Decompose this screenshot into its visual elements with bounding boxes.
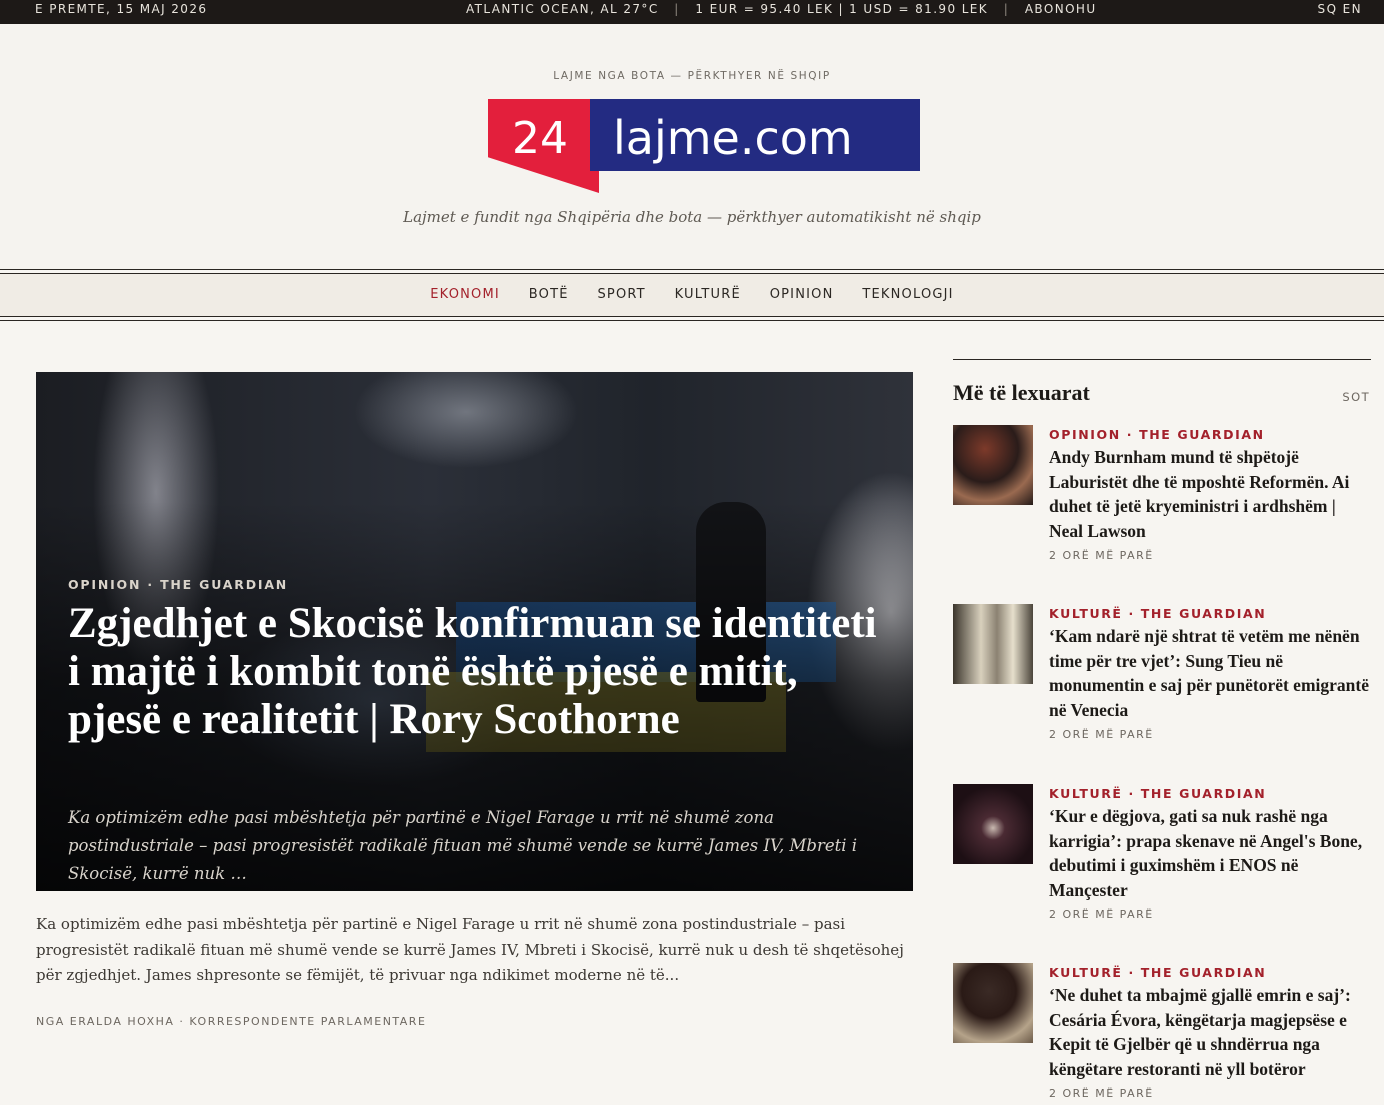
nav-item-bote[interactable]: BOTË (529, 274, 569, 316)
nav-divider (0, 316, 1384, 321)
nav-item-ekonomi[interactable]: EKONOMI (430, 274, 500, 316)
nav-item-opinion[interactable]: OPINION (770, 274, 834, 316)
sidebar-divider (953, 359, 1371, 360)
nav-item-sport[interactable]: SPORT (597, 274, 645, 316)
current-date: E PREMTE, 15 MAJ 2026 (35, 2, 208, 16)
item-time: 2 ORË MË PARË (1049, 1087, 1154, 1100)
hero-category: OPINION · THE GUARDIAN (68, 577, 289, 592)
nav-item-kulture[interactable]: KULTURË (675, 274, 741, 316)
item-category: OPINION · THE GUARDIAN (1049, 427, 1265, 442)
hero-dek: Ka optimizëm edhe pasi mbështetja për pa… (68, 808, 858, 883)
item-thumbnail (953, 604, 1033, 684)
item-headline[interactable]: ‘Ne duhet ta mbajmë gjallë emrin e saj’:… (1049, 983, 1373, 1081)
item-headline[interactable]: Andy Burnham mund të shpëtojë Laburistët… (1049, 445, 1373, 543)
item-headline[interactable]: ‘Kur e dëgjova, gati sa nuk rashë nga ka… (1049, 804, 1373, 902)
top-bar-info: ATLANTIC OCEAN, AL 27°C | 1 EUR = 95.40 … (466, 2, 1097, 16)
item-category: KULTURË · THE GUARDIAN (1049, 965, 1267, 980)
item-time: 2 ORË MË PARË (1049, 728, 1154, 741)
separator: · (1342, 4, 1348, 18)
sidebar-period: SOT (1342, 390, 1370, 404)
item-thumbnail (953, 425, 1033, 505)
top-bar: E PREMTE, 15 MAJ 2026 ATLANTIC OCEAN, AL… (0, 0, 1384, 24)
logo-wordmark: lajme.com (613, 111, 853, 165)
item-time: 2 ORË MË PARË (1049, 908, 1154, 921)
hero-headline[interactable]: Zgjedhjet e Skocisë konfirmuan se identi… (68, 600, 888, 744)
item-category: KULTURË · THE GUARDIAN (1049, 606, 1267, 621)
exchange-rates: 1 EUR = 95.40 LEK | 1 USD = 81.90 LEK (695, 2, 989, 16)
hero-lede: Ka optimizëm edhe pasi mbështetja për pa… (36, 915, 904, 984)
subscribe-link[interactable]: ABONOHU (1025, 2, 1097, 16)
weather-text: ATLANTIC OCEAN, AL 27°C (466, 2, 659, 16)
masthead-kicker: LAJME NGA BOTA — PËRKTHYER NË SHQIP (553, 70, 831, 82)
language-switcher: SQ · EN (1318, 2, 1362, 18)
site-logo[interactable]: 24 lajme.com (488, 99, 920, 193)
hero-byline: NGA ERALDA HOXHA · KORRESPONDENTE PARLAM… (36, 1015, 427, 1028)
sidebar-title: Më të lexuarat (953, 380, 1090, 405)
separator: | (663, 2, 691, 16)
logo-number: 24 (512, 113, 568, 164)
masthead: LAJME NGA BOTA — PËRKTHYER NË SHQIP 24 l… (0, 24, 1384, 270)
separator: | (993, 2, 1020, 16)
item-headline[interactable]: ‘Kam ndarë një shtrat të vetëm me nënën … (1049, 624, 1373, 722)
item-category: KULTURË · THE GUARDIAN (1049, 786, 1267, 801)
lang-sq-link[interactable]: SQ (1318, 2, 1338, 16)
nav-item-teknologji[interactable]: TEKNOLOGJI (862, 274, 953, 316)
item-time: 2 ORË MË PARË (1049, 549, 1154, 562)
item-thumbnail (953, 963, 1033, 1043)
item-thumbnail (953, 784, 1033, 864)
site-tagline: Lajmet e fundit nga Shqipëria dhe bota —… (403, 208, 981, 226)
hero-story[interactable]: OPINION · THE GUARDIAN Zgjedhjet e Skoci… (36, 372, 913, 891)
main-nav: EKONOMI BOTË SPORT KULTURË OPINION TEKNO… (0, 274, 1384, 316)
